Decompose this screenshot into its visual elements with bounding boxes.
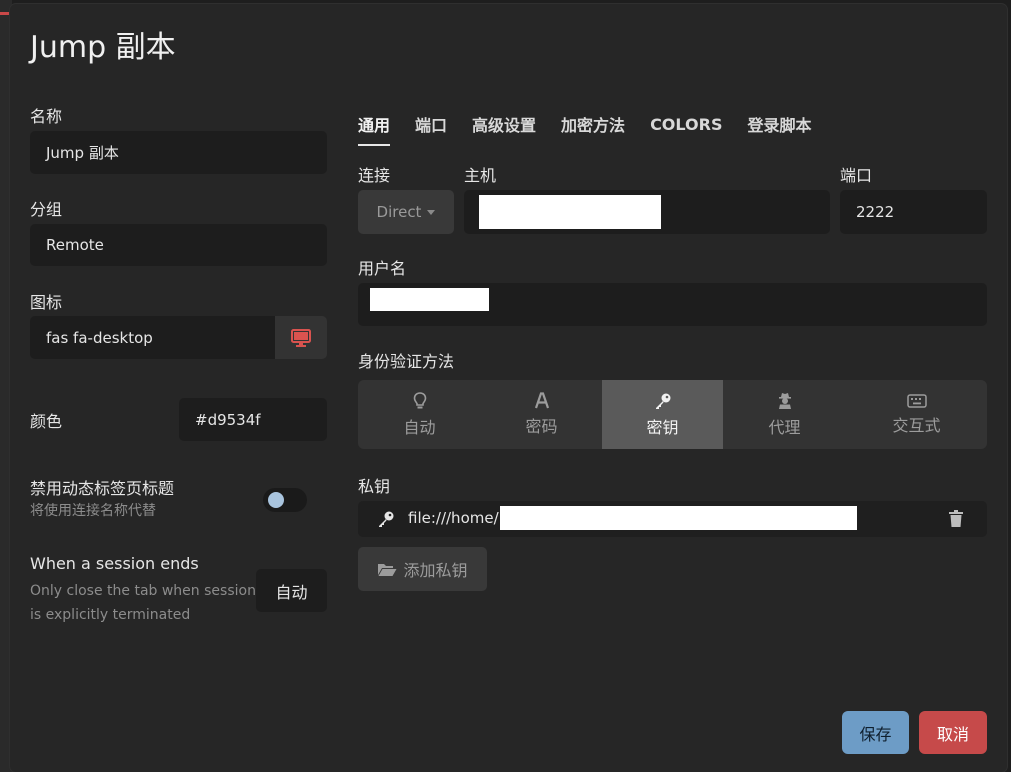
auth-option-password[interactable]: 密码 (481, 380, 602, 449)
disable-dynamic-title-hint: 将使用连接名称代替 (30, 503, 156, 519)
auth-option-interactive[interactable]: 交互式 (846, 380, 987, 449)
key-icon (379, 511, 394, 527)
font-icon (534, 392, 549, 409)
add-private-key-label: 添加私钥 (403, 561, 468, 580)
auth-option-interactive-label: 交互式 (892, 415, 941, 435)
lightbulb-icon (413, 391, 426, 408)
username-input[interactable] (358, 283, 987, 326)
auth-method-selector: 自动 密码 密钥 代理 交互式 (358, 380, 987, 449)
tab-login-scripts[interactable]: 登录脚本 (747, 108, 811, 140)
session-end-hint-line1: Only close the tab when session (30, 583, 256, 599)
redacted-username (370, 288, 489, 311)
username-label: 用户名 (358, 259, 407, 278)
icon-preview-button[interactable] (275, 316, 327, 359)
group-input[interactable]: Remote (30, 224, 327, 266)
private-key-row: file:///home/ (358, 501, 987, 537)
trash-icon[interactable] (949, 510, 963, 527)
icon-input-value: fas fa-desktop (46, 328, 153, 347)
tab-ciphers[interactable]: 加密方法 (561, 108, 625, 140)
name-input[interactable]: Jump 副本 (30, 131, 327, 174)
auth-method-label: 身份验证方法 (358, 352, 455, 371)
redacted-key-path (500, 506, 857, 530)
dialog-title: Jump 副本 (30, 30, 176, 65)
disable-dynamic-title-label: 禁用动态标签页标题 (30, 479, 175, 498)
auth-option-key-label: 密钥 (646, 417, 679, 437)
profile-edit-dialog: Jump 副本 名称 Jump 副本 分组 Remote 图标 fas fa-d… (10, 4, 1007, 772)
private-key-label: 私钥 (358, 477, 391, 496)
session-end-dropdown[interactable]: 自动 (256, 569, 327, 612)
port-label: 端口 (840, 166, 873, 185)
tab-ports[interactable]: 端口 (415, 108, 447, 140)
session-end-value: 自动 (275, 582, 308, 602)
color-input-value: #d9534f (195, 410, 261, 429)
tab-bar: 通用 端口 高级设置 加密方法 COLORS 登录脚本 (358, 108, 837, 148)
session-end-label: When a session ends (30, 554, 199, 573)
keyboard-icon (906, 393, 927, 408)
redacted-host (479, 195, 661, 229)
auth-option-agent[interactable]: 代理 (723, 380, 846, 449)
color-input[interactable]: #d9534f (179, 398, 327, 441)
cancel-button[interactable]: 取消 (919, 711, 987, 754)
key-icon (655, 393, 670, 409)
tab-advanced[interactable]: 高级设置 (472, 108, 536, 140)
connection-label: 连接 (358, 166, 391, 185)
desktop-icon (291, 328, 311, 347)
port-input-value: 2222 (856, 203, 895, 221)
icon-input[interactable]: fas fa-desktop (30, 316, 276, 359)
toggle-knob (268, 492, 284, 508)
add-private-key-button[interactable]: 添加私钥 (358, 547, 487, 591)
auth-option-key[interactable]: 密钥 (602, 380, 723, 449)
background-accent-line (0, 12, 10, 15)
private-key-path: file:///home/ (408, 509, 499, 527)
disable-dynamic-title-toggle[interactable] (263, 488, 307, 512)
name-input-value: Jump 副本 (46, 144, 119, 162)
caret-down-icon (427, 209, 436, 215)
auth-option-auto[interactable]: 自动 (358, 380, 481, 449)
folder-open-icon (378, 563, 397, 576)
auth-option-agent-label: 代理 (768, 417, 801, 437)
session-end-hint-line2: is explicitly terminated (30, 607, 191, 623)
auth-option-password-label: 密码 (525, 417, 558, 436)
tab-colors[interactable]: COLORS (650, 108, 722, 140)
connection-type-dropdown[interactable]: Direct (358, 190, 454, 234)
host-label: 主机 (464, 166, 497, 185)
auth-option-auto-label: 自动 (403, 417, 436, 437)
name-label: 名称 (30, 107, 63, 126)
color-label: 颜色 (30, 412, 63, 431)
tab-general[interactable]: 通用 (358, 108, 391, 146)
group-input-value: Remote (46, 236, 104, 254)
save-button[interactable]: 保存 (842, 711, 909, 754)
port-input[interactable]: 2222 (840, 190, 987, 234)
group-label: 分组 (30, 200, 63, 219)
connection-type-value: Direct (376, 203, 422, 221)
host-input[interactable] (464, 190, 830, 234)
user-secret-icon (778, 392, 791, 409)
icon-label: 图标 (30, 293, 63, 312)
